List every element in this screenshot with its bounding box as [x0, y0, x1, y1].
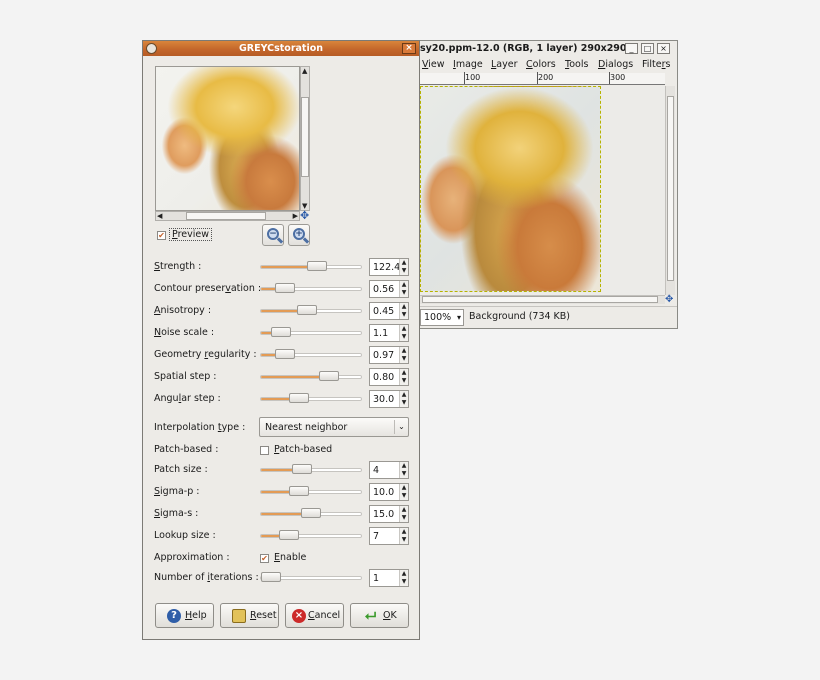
param-row-patch-based: Patch-based : Patch-based: [154, 444, 333, 455]
image-statusbar: 100% ▾ Background (734 KB): [406, 306, 677, 328]
noise-spin[interactable]: 1.1 ▲ ▼: [369, 324, 409, 342]
image-vertical-scrollbar[interactable]: [665, 86, 675, 295]
param-row-geometry: Geometry regularity : 0.97 ▲ ▼: [154, 346, 410, 364]
patch-size-slider[interactable]: [260, 464, 362, 474]
dialog-close-button[interactable]: ×: [402, 43, 416, 54]
patch-size-spin[interactable]: 4 ▲ ▼: [369, 461, 409, 479]
geometry-spin[interactable]: 0.97 ▲ ▼: [369, 346, 409, 364]
ruler-label-200: 200: [538, 73, 554, 82]
image-canvas[interactable]: [420, 86, 665, 295]
dialog-titlebar: GREYCstoration ×: [143, 41, 419, 56]
chevron-down-icon: ▾: [456, 313, 461, 322]
contour-spin[interactable]: 0.56 ▲ ▼: [369, 280, 409, 298]
param-label: Strength :: [154, 261, 202, 272]
cancel-icon: ×: [292, 609, 306, 623]
iterations-slider[interactable]: [260, 572, 362, 582]
ruler-label-100: 100: [465, 73, 481, 82]
navigate-icon[interactable]: ✥: [665, 295, 675, 305]
sigma-s-spin[interactable]: 15.0 ▲ ▼: [369, 505, 409, 523]
preview-navigate-icon[interactable]: ✥: [300, 210, 312, 221]
image-window: sy20.ppm-12.0 (RGB, 1 layer) 290x290 _ □…: [405, 40, 678, 329]
scroll-left-icon[interactable]: ◀: [157, 212, 162, 220]
param-row-strength: Strength : 122.4 ▲ ▼: [154, 258, 410, 276]
approximation-checkbox[interactable]: ✔: [260, 554, 269, 563]
help-button[interactable]: ? Help: [155, 603, 214, 628]
sigma-s-slider[interactable]: [260, 508, 362, 518]
anisotropy-spin[interactable]: 0.45 ▲ ▼: [369, 302, 409, 320]
param-row-approximation: Approximation : ✔ Enable: [154, 552, 307, 563]
ok-button[interactable]: ⮠ OK: [350, 603, 409, 628]
param-row-noise: Noise scale : 1.1 ▲ ▼: [154, 324, 410, 342]
preview-horizontal-scrollbar[interactable]: ◀ ▶: [155, 211, 300, 221]
window-menu-icon[interactable]: [146, 43, 157, 54]
help-icon: ?: [167, 609, 181, 623]
menu-image[interactable]: Image: [453, 57, 483, 72]
strength-spin[interactable]: 122.4 ▲ ▼: [369, 258, 409, 276]
param-row-interpolation: Interpolation type : Nearest neighbor ⌄: [154, 417, 410, 437]
sigma-p-slider[interactable]: [260, 486, 362, 496]
image-content: [420, 86, 601, 292]
menu-colors[interactable]: Colors: [526, 57, 556, 72]
interpolation-combo[interactable]: Nearest neighbor ⌄: [259, 417, 409, 437]
reset-icon: [232, 609, 246, 623]
preview-area[interactable]: [155, 66, 300, 211]
menu-tools[interactable]: Tools: [565, 57, 588, 72]
param-row-spatial: Spatial step : 0.80 ▲ ▼: [154, 368, 410, 386]
ruler-label-300: 300: [610, 73, 626, 82]
param-row-anisotropy: Anisotropy : 0.45 ▲ ▼: [154, 302, 410, 320]
greycstoration-dialog: GREYCstoration × ▲ ▼ ◀ ▶ ✥ ✔ Preview − +…: [142, 40, 420, 640]
zoom-value: 100%: [424, 312, 452, 323]
preview-vertical-scrollbar[interactable]: ▲ ▼: [300, 66, 310, 211]
lookup-spin[interactable]: 7 ▲ ▼: [369, 527, 409, 545]
scroll-right-icon[interactable]: ▶: [293, 212, 298, 220]
spatial-spin[interactable]: 0.80 ▲ ▼: [369, 368, 409, 386]
param-row-contour: Contour preservation : 0.56 ▲ ▼: [154, 280, 410, 298]
angular-spin[interactable]: 30.0 ▲ ▼: [369, 390, 409, 408]
dialog-title: GREYCstoration: [238, 43, 324, 54]
maximize-button[interactable]: □: [641, 43, 654, 54]
zoom-out-button[interactable]: −: [262, 224, 284, 246]
contour-slider[interactable]: [260, 283, 362, 293]
spatial-slider[interactable]: [260, 371, 362, 381]
angular-slider[interactable]: [260, 393, 362, 403]
image-horizontal-scrollbar[interactable]: [420, 295, 665, 304]
menu-view[interactable]: View: [422, 57, 445, 72]
menu-filters[interactable]: Filters: [642, 57, 670, 72]
param-row-sigma-s: Sigma-s : 15.0 ▲ ▼: [154, 505, 410, 523]
reset-button[interactable]: Reset: [220, 603, 279, 628]
param-row-iterations: Number of iterations : 1 ▲ ▼: [154, 569, 410, 587]
scroll-up-icon[interactable]: ▲: [302, 67, 307, 75]
param-row-sigma-p: Sigma-p : 10.0 ▲ ▼: [154, 483, 410, 501]
menu-dialogs[interactable]: Dialogs: [598, 57, 633, 72]
layer-info: Background (734 KB): [469, 311, 571, 322]
anisotropy-slider[interactable]: [260, 305, 362, 315]
close-button[interactable]: ×: [657, 43, 670, 54]
chevron-down-icon: ⌄: [394, 420, 408, 434]
noise-slider[interactable]: [260, 327, 362, 337]
param-row-patch-size: Patch size : 4 ▲ ▼: [154, 461, 410, 479]
image-menubar: View Image Layer Colors Tools Dialogs Fi…: [406, 57, 677, 72]
minimize-button[interactable]: _: [625, 43, 638, 54]
preview-checkbox[interactable]: ✔: [157, 231, 166, 240]
param-row-angular: Angular step : 30.0 ▲ ▼: [154, 390, 410, 408]
ok-arrow-icon: ⮠: [365, 608, 377, 624]
preview-image: [156, 67, 299, 210]
param-row-lookup: Lookup size : 7 ▲ ▼: [154, 527, 410, 545]
cancel-button[interactable]: × Cancel: [285, 603, 344, 628]
horizontal-ruler: 100 200 300: [420, 72, 665, 85]
preview-label[interactable]: Preview: [169, 228, 212, 241]
geometry-slider[interactable]: [260, 349, 362, 359]
lookup-slider[interactable]: [260, 530, 362, 540]
iterations-spin[interactable]: 1 ▲ ▼: [369, 569, 409, 587]
zoom-in-button[interactable]: +: [288, 224, 310, 246]
patch-based-checkbox[interactable]: [260, 446, 269, 455]
strength-slider[interactable]: [260, 261, 362, 271]
sigma-p-spin[interactable]: 10.0 ▲ ▼: [369, 483, 409, 501]
menu-layer[interactable]: Layer: [491, 57, 518, 72]
zoom-select[interactable]: 100% ▾: [420, 309, 464, 326]
